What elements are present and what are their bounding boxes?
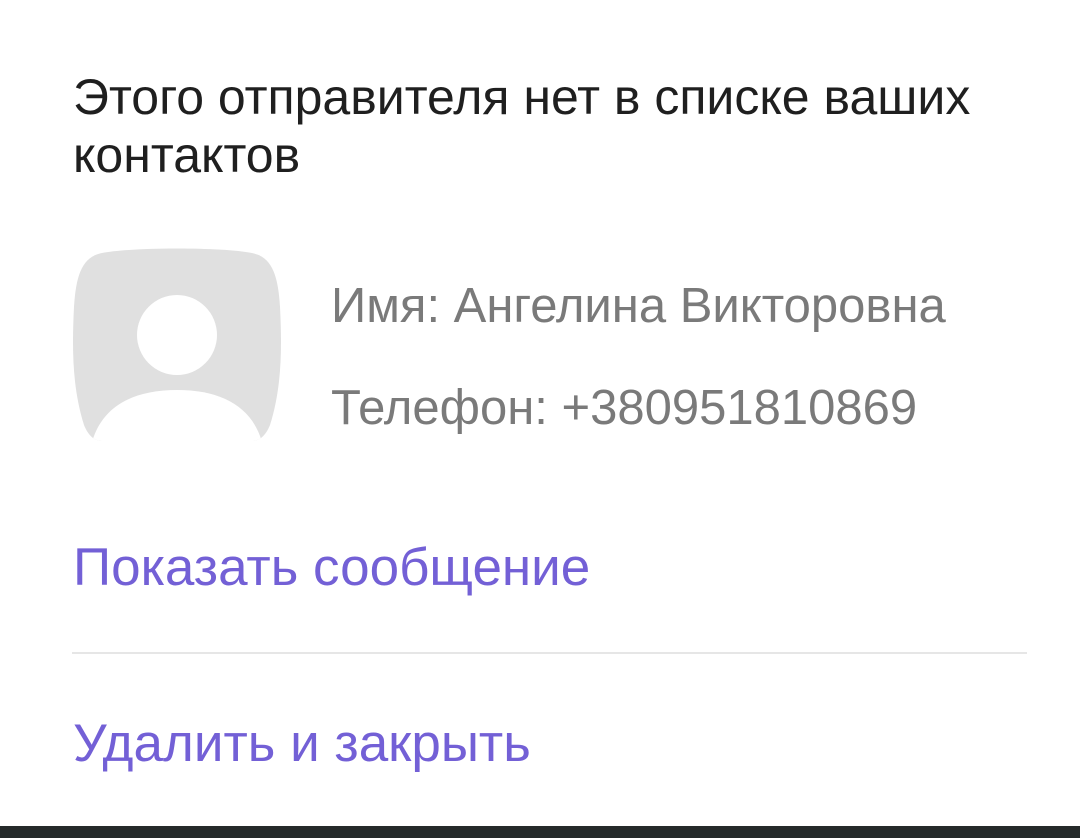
unknown-sender-dialog: Этого отправителя нет в списке ваших кон…: [0, 0, 1080, 826]
dialog-title: Этого отправителя нет в списке ваших кон…: [73, 69, 971, 183]
sender-name: Имя: Ангелина Викторовна: [331, 279, 946, 333]
navigation-bar: [0, 826, 1080, 838]
delete-and-close-button[interactable]: Удалить и закрыть: [73, 714, 531, 774]
default-avatar-icon: [72, 247, 282, 442]
divider: [72, 652, 1027, 654]
show-message-button[interactable]: Показать сообщение: [73, 538, 590, 598]
sender-phone: Телефон: +380951810869: [331, 381, 918, 435]
